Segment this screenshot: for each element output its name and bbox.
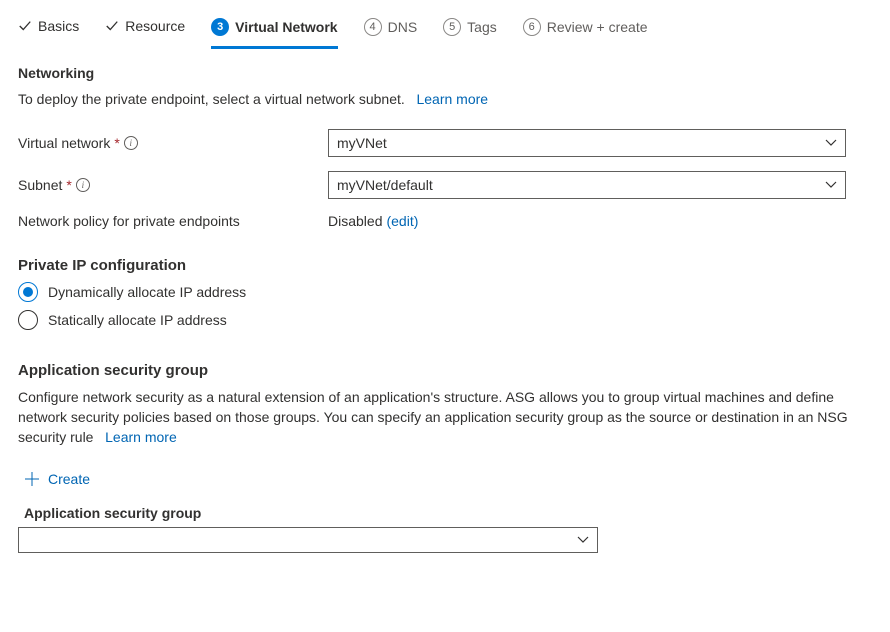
tab-label: Basics (38, 18, 79, 34)
asg-description: Configure network security as a natural … (18, 387, 858, 447)
chevron-down-icon (825, 179, 837, 191)
radio-dynamic-ip[interactable]: Dynamically allocate IP address (18, 282, 872, 302)
checkmark-icon (105, 19, 119, 33)
tab-dns[interactable]: 4 DNS (364, 16, 418, 46)
radio-icon (18, 310, 38, 330)
checkmark-icon (18, 19, 32, 33)
virtual-network-label: Virtual network * i (18, 135, 328, 151)
subnet-select[interactable]: myVNet/default (328, 171, 846, 199)
network-policy-edit-link[interactable]: (edit) (386, 213, 418, 229)
subnet-row: Subnet * i myVNet/default (18, 171, 872, 199)
ip-allocation-radio-group: Dynamically allocate IP address Statical… (18, 282, 872, 330)
ip-config-heading: Private IP configuration (18, 257, 872, 274)
select-value: myVNet/default (337, 177, 433, 193)
networking-learn-more-link[interactable]: Learn more (416, 91, 488, 107)
required-asterisk: * (114, 135, 119, 151)
tab-label: Resource (125, 18, 185, 34)
tab-label: Tags (467, 19, 497, 35)
tab-tags[interactable]: 5 Tags (443, 16, 497, 46)
tab-basics[interactable]: Basics (18, 16, 79, 44)
virtual-network-row: Virtual network * i myVNet (18, 129, 872, 157)
asg-field-label: Application security group (24, 505, 872, 521)
asg-heading: Application security group (18, 362, 872, 379)
tab-review-create[interactable]: 6 Review + create (523, 16, 648, 46)
radio-label: Dynamically allocate IP address (48, 284, 246, 300)
chevron-down-icon (825, 137, 837, 149)
tab-label: DNS (388, 19, 418, 35)
radio-static-ip[interactable]: Statically allocate IP address (18, 310, 872, 330)
network-policy-value: Disabled (328, 213, 382, 229)
step-number-icon: 3 (211, 18, 229, 36)
chevron-down-icon (577, 534, 589, 546)
required-asterisk: * (66, 177, 71, 193)
network-policy-label: Network policy for private endpoints (18, 213, 328, 229)
asg-select[interactable] (18, 527, 598, 553)
tab-virtual-network[interactable]: 3 Virtual Network (211, 16, 337, 49)
step-number-icon: 4 (364, 18, 382, 36)
wizard-tabs: Basics Resource 3 Virtual Network 4 DNS … (18, 16, 872, 47)
info-icon[interactable]: i (124, 136, 138, 150)
asg-create-button[interactable]: Create (24, 471, 90, 487)
step-number-icon: 6 (523, 18, 541, 36)
radio-label: Statically allocate IP address (48, 312, 227, 328)
tab-label: Virtual Network (235, 19, 337, 35)
asg-learn-more-link[interactable]: Learn more (105, 429, 177, 445)
tab-resource[interactable]: Resource (105, 16, 185, 44)
select-value: myVNet (337, 135, 387, 151)
info-icon[interactable]: i (76, 178, 90, 192)
subnet-label: Subnet * i (18, 177, 328, 193)
network-policy-row: Network policy for private endpoints Dis… (18, 213, 872, 229)
step-number-icon: 5 (443, 18, 461, 36)
plus-icon (24, 471, 40, 487)
tab-label: Review + create (547, 19, 648, 35)
networking-heading: Networking (18, 65, 872, 81)
virtual-network-select[interactable]: myVNet (328, 129, 846, 157)
networking-description: To deploy the private endpoint, select a… (18, 89, 872, 109)
radio-icon (18, 282, 38, 302)
